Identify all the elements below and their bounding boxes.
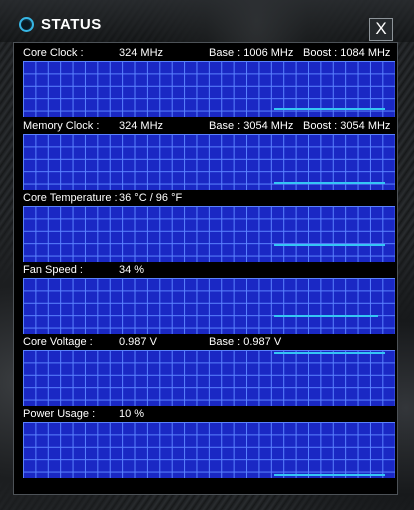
graph-boost-value: Boost : 3054 MHz	[303, 120, 391, 132]
close-button[interactable]: X	[369, 18, 393, 41]
graph-core-clock: Core Clock : 324 MHz Base : 1006 MHz Boost …	[23, 46, 395, 118]
graph-value: 10 %	[119, 408, 145, 420]
graph-header: Core Clock : 324 MHz Base : 1006 MHz Boost …	[23, 46, 395, 61]
graph-value: 34 %	[119, 264, 145, 276]
graph-series-line	[274, 474, 385, 476]
graph-plot	[23, 134, 395, 191]
graph-plot	[23, 278, 395, 335]
window-title: STATUS	[41, 16, 102, 33]
graph-base-value: Base : 3054 MHz	[209, 120, 294, 132]
graph-core-voltage: Core Voltage : 0.987 V Base : 0.987 V	[23, 335, 395, 407]
graph-power-usage: Power Usage : 10 %	[23, 407, 395, 479]
graph-series-line	[274, 352, 385, 354]
graph-header: Core Temperature :36 °C / 96 °F	[23, 191, 395, 206]
graph-series-line	[274, 108, 385, 110]
graph-boost-value: Boost : 1084 MHz	[303, 47, 391, 59]
graph-value: 0.987 V	[119, 336, 157, 348]
graph-base-value: Base : 0.987 V	[209, 336, 282, 348]
graph-value: 36 °C / 96 °F	[119, 192, 183, 204]
graph-header: Fan Speed : 34 %	[23, 263, 395, 278]
graph-header: Power Usage : 10 %	[23, 407, 395, 422]
graph-value: 324 MHz	[119, 120, 164, 132]
graph-label-text: Memory Clock :	[23, 120, 100, 132]
graph-series-line	[274, 315, 378, 317]
graph-plot	[23, 422, 395, 479]
graph-plot	[23, 61, 395, 118]
graph-core-temperature: Core Temperature :36 °C / 96 °F	[23, 191, 395, 263]
graph-value: 324 MHz	[119, 47, 164, 59]
graph-memory-clock: Memory Clock : 324 MHz Base : 3054 MHz Boos…	[23, 119, 395, 191]
logo-ring-icon	[19, 17, 34, 32]
graph-label-text: Fan Speed :	[23, 264, 83, 276]
title-bar[interactable]: STATUS X	[0, 0, 414, 42]
graph-label-text: Core Clock :	[23, 47, 84, 59]
graph-base-value: Base : 1006 MHz	[209, 47, 294, 59]
graph-series-line	[274, 182, 385, 184]
graph-plot	[23, 206, 395, 263]
graph-header: Core Voltage : 0.987 V Base : 0.987 V	[23, 335, 395, 350]
graph-label-text: Power Usage :	[23, 408, 96, 420]
graph-header: Memory Clock : 324 MHz Base : 3054 MHz Boos…	[23, 119, 395, 134]
graph-plot	[23, 350, 395, 407]
graph-series-line	[274, 244, 385, 246]
graph-fan-speed: Fan Speed : 34 %	[23, 263, 395, 335]
graph-label-text: Core Temperature :	[23, 192, 118, 204]
graph-label-text: Core Voltage :	[23, 336, 93, 348]
